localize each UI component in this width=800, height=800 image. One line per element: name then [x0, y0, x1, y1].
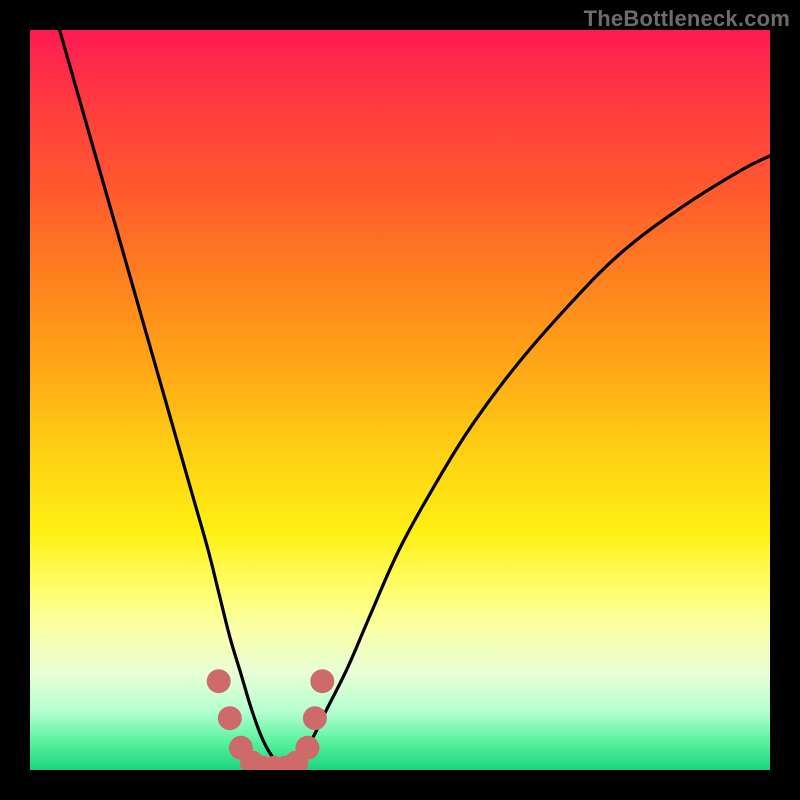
watermark-label: TheBottleneck.com	[584, 6, 790, 32]
bottleneck-curve-path	[60, 30, 770, 766]
plot-area	[30, 30, 770, 770]
chart-container: TheBottleneck.com	[0, 0, 800, 800]
optimal-marker-dot	[310, 669, 334, 693]
optimal-marker-dot	[296, 736, 320, 760]
optimal-marker-dot	[218, 706, 242, 730]
curve-svg	[30, 30, 770, 770]
optimal-marker-dot	[303, 706, 327, 730]
optimal-marker-dot	[207, 669, 231, 693]
